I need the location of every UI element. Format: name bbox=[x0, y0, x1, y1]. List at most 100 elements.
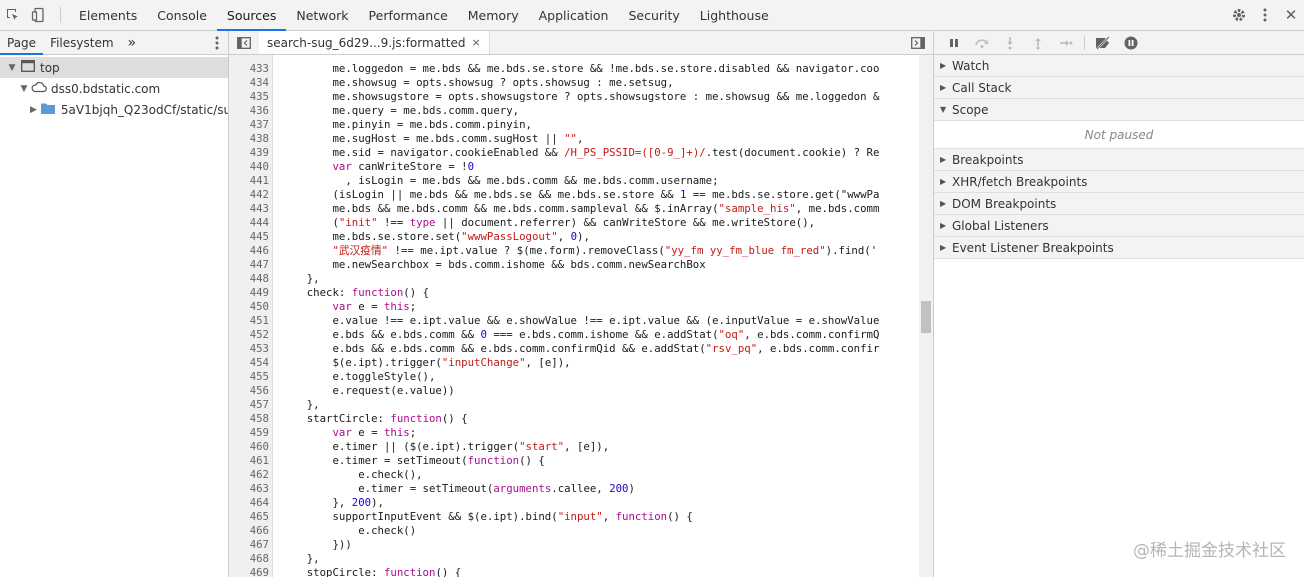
pane-call-stack[interactable]: ▶ Call Stack bbox=[934, 77, 1304, 99]
line-number[interactable]: 441 bbox=[229, 174, 269, 188]
code-line[interactable]: 434 me.showsug = opts.showsug ? opts.sho… bbox=[229, 76, 933, 90]
pane-breakpoints[interactable]: ▶ Breakpoints bbox=[934, 149, 1304, 171]
collapsed-triangle-icon[interactable]: ▶ bbox=[940, 155, 952, 164]
code-line[interactable]: 454 $(e.ipt).trigger("inputChange", [e])… bbox=[229, 356, 933, 370]
expand-triangle-icon[interactable]: ▼ bbox=[18, 84, 30, 94]
line-number[interactable]: 467 bbox=[229, 538, 269, 552]
step-icon[interactable] bbox=[1052, 38, 1080, 48]
line-number[interactable]: 444 bbox=[229, 216, 269, 230]
line-number[interactable]: 442 bbox=[229, 188, 269, 202]
line-number[interactable]: 461 bbox=[229, 454, 269, 468]
code-line[interactable]: 461 e.timer = setTimeout(function() { bbox=[229, 454, 933, 468]
settings-gear-icon[interactable] bbox=[1226, 7, 1252, 23]
code-line[interactable]: 458 startCircle: function() { bbox=[229, 412, 933, 426]
code-line[interactable]: 453 e.bds && e.bds.comm && e.bds.comm.co… bbox=[229, 342, 933, 356]
tab-security[interactable]: Security bbox=[618, 0, 689, 30]
code-view[interactable]: 433 me.loggedon = me.bds && me.bds.se.st… bbox=[229, 55, 933, 577]
line-number[interactable]: 448 bbox=[229, 272, 269, 286]
toggle-debugger-icon[interactable] bbox=[903, 31, 933, 54]
code-line[interactable]: 441 , isLogin = me.bds && me.bds.comm &&… bbox=[229, 174, 933, 188]
line-number[interactable]: 469 bbox=[229, 566, 269, 577]
pane-event-listener-breakpoints[interactable]: ▶ Event Listener Breakpoints bbox=[934, 237, 1304, 259]
tab-elements[interactable]: Elements bbox=[69, 0, 147, 30]
line-number[interactable]: 436 bbox=[229, 104, 269, 118]
deactivate-breakpoints-icon[interactable] bbox=[1089, 35, 1117, 50]
scrollbar-thumb[interactable] bbox=[921, 301, 931, 333]
collapsed-triangle-icon[interactable]: ▶ bbox=[30, 105, 37, 115]
pane-xhr-fetch-breakpoints[interactable]: ▶ XHR/fetch Breakpoints bbox=[934, 171, 1304, 193]
code-line[interactable]: 449 check: function() { bbox=[229, 286, 933, 300]
code-line[interactable]: 443 me.bds && me.bds.comm && me.bds.comm… bbox=[229, 202, 933, 216]
tab-performance[interactable]: Performance bbox=[359, 0, 458, 30]
navigator-menu-icon[interactable] bbox=[206, 31, 228, 54]
line-number[interactable]: 440 bbox=[229, 160, 269, 174]
step-out-icon[interactable] bbox=[1024, 36, 1052, 50]
line-number[interactable]: 466 bbox=[229, 524, 269, 538]
close-tab-icon[interactable]: × bbox=[471, 36, 480, 49]
more-options-icon[interactable] bbox=[1252, 8, 1278, 22]
device-toolbar-icon[interactable] bbox=[26, 0, 52, 30]
collapsed-triangle-icon[interactable]: ▶ bbox=[940, 221, 952, 230]
line-number[interactable]: 460 bbox=[229, 440, 269, 454]
line-number[interactable]: 445 bbox=[229, 230, 269, 244]
collapsed-triangle-icon[interactable]: ▶ bbox=[940, 199, 952, 208]
code-line[interactable]: 436 me.query = me.bds.comm.query, bbox=[229, 104, 933, 118]
code-line[interactable]: 438 me.sugHost = me.bds.comm.sugHost || … bbox=[229, 132, 933, 146]
tree-item-top[interactable]: ▼ top bbox=[0, 57, 228, 78]
inspect-element-icon[interactable] bbox=[0, 0, 26, 30]
line-number[interactable]: 459 bbox=[229, 426, 269, 440]
step-over-icon[interactable] bbox=[968, 38, 996, 48]
line-number[interactable]: 468 bbox=[229, 552, 269, 566]
collapsed-triangle-icon[interactable]: ▶ bbox=[940, 177, 952, 186]
code-line[interactable]: 446 "武汉疫情" !== me.ipt.value ? $(me.form)… bbox=[229, 244, 933, 258]
code-line[interactable]: 466 e.check() bbox=[229, 524, 933, 538]
line-number[interactable]: 450 bbox=[229, 300, 269, 314]
tab-page[interactable]: Page bbox=[0, 31, 44, 55]
line-number[interactable]: 454 bbox=[229, 356, 269, 370]
expanded-triangle-icon[interactable]: ▼ bbox=[940, 105, 952, 114]
tab-application[interactable]: Application bbox=[529, 0, 619, 30]
code-line[interactable]: 440 var canWriteStore = !0 bbox=[229, 160, 933, 174]
line-number[interactable]: 452 bbox=[229, 328, 269, 342]
line-number[interactable]: 457 bbox=[229, 398, 269, 412]
vertical-scrollbar[interactable] bbox=[919, 55, 933, 577]
line-number[interactable]: 435 bbox=[229, 90, 269, 104]
line-number[interactable]: 462 bbox=[229, 468, 269, 482]
code-line[interactable]: 464 }, 200), bbox=[229, 496, 933, 510]
code-line[interactable]: 462 e.check(), bbox=[229, 468, 933, 482]
tree-item-folder[interactable]: ▶ 5aV1bjqh_Q23odCf/static/supe bbox=[0, 99, 228, 120]
line-number[interactable]: 443 bbox=[229, 202, 269, 216]
tab-filesystem[interactable]: Filesystem bbox=[43, 31, 120, 54]
code-line[interactable]: 459 var e = this; bbox=[229, 426, 933, 440]
code-line[interactable]: 455 e.toggleStyle(), bbox=[229, 370, 933, 384]
tab-lighthouse[interactable]: Lighthouse bbox=[690, 0, 779, 30]
pane-dom-breakpoints[interactable]: ▶ DOM Breakpoints bbox=[934, 193, 1304, 215]
code-line[interactable]: 444 ("init" !== type || document.referre… bbox=[229, 216, 933, 230]
line-number[interactable]: 449 bbox=[229, 286, 269, 300]
line-number[interactable]: 464 bbox=[229, 496, 269, 510]
code-line[interactable]: 463 e.timer = setTimeout(arguments.calle… bbox=[229, 482, 933, 496]
tab-memory[interactable]: Memory bbox=[458, 0, 529, 30]
line-number[interactable]: 433 bbox=[229, 62, 269, 76]
pane-scope[interactable]: ▼ Scope bbox=[934, 99, 1304, 121]
close-devtools-icon[interactable]: ✕ bbox=[1278, 6, 1304, 24]
line-number[interactable]: 458 bbox=[229, 412, 269, 426]
code-line[interactable]: 439 me.sid = navigator.cookieEnabled && … bbox=[229, 146, 933, 160]
code-line[interactable]: 442 (isLogin || me.bds && me.bds.se && m… bbox=[229, 188, 933, 202]
collapsed-triangle-icon[interactable]: ▶ bbox=[940, 243, 952, 252]
tab-network[interactable]: Network bbox=[286, 0, 358, 30]
tab-sources[interactable]: Sources bbox=[216, 0, 287, 31]
code-line[interactable]: 465 supportInputEvent && $(e.ipt).bind("… bbox=[229, 510, 933, 524]
code-line[interactable]: 451 e.value !== e.ipt.value && e.showVal… bbox=[229, 314, 933, 328]
code-line[interactable]: 468 }, bbox=[229, 552, 933, 566]
code-line[interactable]: 447 me.newSearchbox = bds.comm.ishome &&… bbox=[229, 258, 933, 272]
tree-item-domain[interactable]: ▼ dss0.bdstatic.com bbox=[0, 78, 228, 99]
code-line[interactable]: 467 })) bbox=[229, 538, 933, 552]
pause-icon[interactable] bbox=[940, 38, 968, 48]
code-line[interactable]: 450 var e = this; bbox=[229, 300, 933, 314]
code-line[interactable]: 457 }, bbox=[229, 398, 933, 412]
line-number[interactable]: 439 bbox=[229, 146, 269, 160]
code-line[interactable]: 445 me.bds.se.store.set("wwwPassLogout",… bbox=[229, 230, 933, 244]
step-into-icon[interactable] bbox=[996, 36, 1024, 50]
expand-triangle-icon[interactable]: ▼ bbox=[6, 63, 18, 73]
